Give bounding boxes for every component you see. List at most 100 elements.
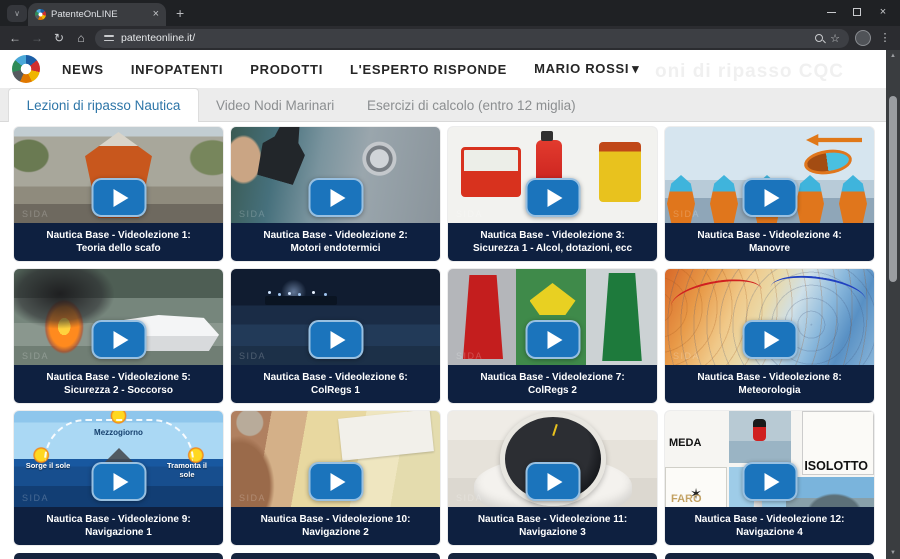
caption-line1: Nautica Base - Videolezione 8: bbox=[665, 371, 874, 385]
tab-esercizi-calcolo[interactable]: Esercizi di calcolo (entro 12 miglia) bbox=[367, 88, 576, 122]
video-caption: Nautica Base - Videolezione 5: Sicurezza… bbox=[14, 365, 223, 403]
play-button[interactable] bbox=[308, 462, 363, 501]
site-settings-icon[interactable] bbox=[104, 33, 114, 43]
minimize-icon[interactable] bbox=[818, 6, 844, 18]
play-icon bbox=[330, 189, 345, 207]
video-card-3[interactable]: SIDA Nautica Base - Videolezione 3: Sicu… bbox=[448, 127, 657, 261]
site-favicon-icon bbox=[35, 9, 46, 20]
caption-line2: Navigazione 2 bbox=[231, 526, 440, 540]
ship-silhouette-art bbox=[265, 296, 337, 305]
sida-watermark: SIDA bbox=[22, 351, 49, 361]
play-button[interactable] bbox=[308, 178, 363, 217]
direction-arrow-art bbox=[806, 134, 862, 146]
video-card-9[interactable]: Mezzogiorno Sorge il sole Tramonta il so… bbox=[14, 411, 223, 545]
zoom-icon[interactable] bbox=[815, 34, 823, 42]
islet-photo-art bbox=[786, 477, 874, 507]
site-logo[interactable] bbox=[12, 55, 40, 83]
user-menu[interactable]: MARIO ROSSI▾ bbox=[534, 61, 639, 77]
caption-line2: ColRegs 2 bbox=[448, 384, 657, 398]
caption-line2: Sicurezza 2 - Soccorso bbox=[14, 384, 223, 398]
video-card-10[interactable]: SIDA Nautica Base - Videolezione 10: Nav… bbox=[231, 411, 440, 545]
nav-item-infopatenti[interactable]: INFOPATENTI bbox=[131, 62, 223, 77]
url-text: patenteonline.it/ bbox=[121, 32, 808, 44]
main-nav: NEWS INFOPATENTI PRODOTTI L'ESPERTO RISP… bbox=[62, 61, 639, 77]
play-icon bbox=[764, 473, 779, 491]
sunset-label: Tramonta il sole bbox=[159, 462, 215, 479]
caption-line2: Motori endotermici bbox=[231, 242, 440, 256]
video-card-6[interactable]: SIDA Nautica Base - Videolezione 6: ColR… bbox=[231, 269, 440, 403]
video-card-2[interactable]: SIDA Nautica Base - Videolezione 2: Moto… bbox=[231, 127, 440, 261]
tab-search-button[interactable]: ∨ bbox=[7, 5, 27, 22]
play-button[interactable] bbox=[525, 178, 580, 217]
video-card-5[interactable]: SIDA Nautica Base - Videolezione 5: Sicu… bbox=[14, 269, 223, 403]
caption-line2: Manovre bbox=[665, 242, 874, 256]
page-scrollbar[interactable]: ▲ ▼ bbox=[886, 50, 900, 559]
caption-line1: Nautica Base - Videolezione 1: bbox=[14, 229, 223, 243]
sida-watermark: SIDA bbox=[456, 209, 483, 219]
play-icon bbox=[547, 189, 562, 207]
caption-line2: Navigazione 4 bbox=[665, 526, 874, 540]
nav-item-esperto[interactable]: L'ESPERTO RISPONDE bbox=[350, 62, 507, 77]
play-icon bbox=[764, 189, 779, 207]
tab-title: PatenteOnLINE bbox=[51, 9, 148, 20]
cold-front-art bbox=[768, 270, 868, 317]
maximize-icon[interactable] bbox=[844, 6, 870, 18]
refresh-icon[interactable]: ↻ bbox=[51, 32, 67, 44]
back-icon[interactable]: ← bbox=[7, 32, 23, 44]
play-button[interactable] bbox=[91, 178, 146, 217]
sida-watermark: SIDA bbox=[456, 493, 483, 503]
video-card-12[interactable]: ✶ MEDA ISOLOTTO FARO SIDA Nautica Base -… bbox=[665, 411, 874, 545]
video-card-1[interactable]: SIDA Nautica Base - Videolezione 1: Teor… bbox=[14, 127, 223, 261]
nav-item-news[interactable]: NEWS bbox=[62, 62, 104, 77]
caption-line1: Nautica Base - Videolezione 9: bbox=[14, 513, 223, 527]
play-button[interactable] bbox=[525, 320, 580, 359]
page-tab-bar: Lezioni di ripasso Nautica Video Nodi Ma… bbox=[0, 88, 886, 122]
forward-icon[interactable]: → bbox=[29, 32, 45, 44]
noon-label: Mezzogiorno bbox=[94, 428, 143, 437]
caption-line1: Nautica Base - Videolezione 2: bbox=[231, 229, 440, 243]
play-button[interactable] bbox=[742, 320, 797, 359]
video-card-8[interactable]: SIDA Nautica Base - Videolezione 8: Mete… bbox=[665, 269, 874, 403]
video-card-11[interactable]: SIDA Nautica Base - Videolezione 11: Nav… bbox=[448, 411, 657, 545]
tab-close-icon[interactable]: × bbox=[153, 9, 159, 20]
tab-video-nodi[interactable]: Video Nodi Marinari bbox=[216, 88, 334, 122]
close-icon[interactable]: × bbox=[870, 6, 896, 18]
video-card-7[interactable]: SIDA Nautica Base - Videolezione 7: ColR… bbox=[448, 269, 657, 403]
green-buoy-art bbox=[600, 273, 644, 361]
menu-kebab-icon[interactable]: ⋮ bbox=[877, 33, 893, 44]
yellow-buoy-art bbox=[530, 283, 576, 315]
caption-line1: Nautica Base - Videolezione 7: bbox=[448, 371, 657, 385]
play-icon bbox=[330, 331, 345, 349]
play-button[interactable] bbox=[91, 320, 146, 359]
meda-label: MEDA bbox=[669, 437, 701, 449]
scroll-up-icon[interactable]: ▲ bbox=[886, 50, 900, 62]
video-caption: Nautica Base - Videolezione 8: Meteorolo… bbox=[665, 365, 874, 403]
bookmark-star-icon[interactable]: ☆ bbox=[830, 32, 840, 45]
browser-tab[interactable]: PatenteOnLINE × bbox=[28, 3, 166, 26]
caption-line1: Nautica Base - Videolezione 12: bbox=[665, 513, 874, 527]
home-icon[interactable]: ⌂ bbox=[73, 32, 89, 44]
caption-line1: Nautica Base - Videolezione 3: bbox=[448, 229, 657, 243]
new-tab-button[interactable]: + bbox=[176, 5, 184, 21]
video-card-4[interactable]: SIDA Nautica Base - Videolezione 4: Mano… bbox=[665, 127, 874, 261]
play-button[interactable] bbox=[742, 462, 797, 501]
sida-watermark: SIDA bbox=[673, 209, 700, 219]
address-bar[interactable]: patenteonline.it/ ☆ bbox=[95, 29, 849, 48]
browser-chrome: ∨ PatenteOnLINE × + × ← → ↻ ⌂ patenteonl… bbox=[0, 0, 900, 50]
warm-front-art bbox=[669, 273, 766, 322]
scrollbar-thumb[interactable] bbox=[889, 96, 897, 282]
play-button[interactable] bbox=[91, 462, 146, 501]
ship-lights-art bbox=[268, 291, 271, 294]
play-button[interactable] bbox=[308, 320, 363, 359]
play-button[interactable] bbox=[742, 178, 797, 217]
profile-avatar[interactable] bbox=[855, 30, 871, 46]
scroll-down-icon[interactable]: ▼ bbox=[886, 547, 900, 559]
first-aid-kit-art bbox=[461, 147, 521, 197]
video-caption: Nautica Base - Videolezione 10: Navigazi… bbox=[231, 507, 440, 545]
play-button[interactable] bbox=[525, 462, 580, 501]
nav-item-prodotti[interactable]: PRODOTTI bbox=[250, 62, 323, 77]
video-caption: Nautica Base - Videolezione 9: Navigazio… bbox=[14, 507, 223, 545]
site-header: NEWS INFOPATENTI PRODOTTI L'ESPERTO RISP… bbox=[0, 50, 886, 88]
tab-lezioni-nautica[interactable]: Lezioni di ripasso Nautica bbox=[8, 88, 199, 122]
meda-buoy-art bbox=[753, 419, 766, 441]
